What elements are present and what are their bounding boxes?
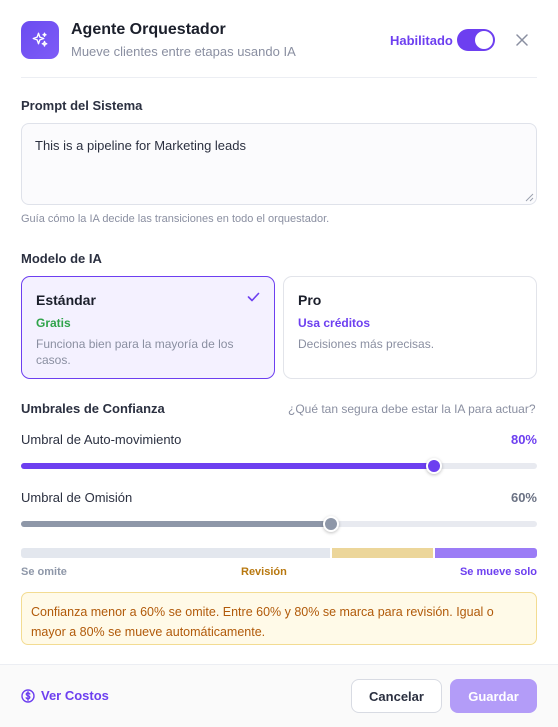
model-name: Estándar <box>36 292 96 308</box>
check-icon <box>247 292 260 302</box>
toggle-knob <box>475 31 493 49</box>
modal-header: Agente Orquestador Mueve clientes entre … <box>0 0 558 78</box>
threshold-info-box: Confianza menor a 60% se omite. Entre 60… <box>21 592 537 645</box>
view-costs-link[interactable]: Ver Costos <box>21 688 109 703</box>
modal-subtitle: Mueve clientes entre etapas usando IA <box>71 44 296 59</box>
enabled-toggle[interactable] <box>457 29 495 51</box>
zone-auto-label: Se mueve solo <box>459 566 537 578</box>
auto-move-label: Umbral de Auto-movimiento <box>21 432 182 447</box>
slider-thumb[interactable] <box>322 516 339 532</box>
cancel-button[interactable]: Cancelar <box>351 679 442 713</box>
model-option-pro[interactable]: Pro Usa créditos Decisiones más precisas… <box>283 276 537 379</box>
slider-fill <box>21 521 331 527</box>
thresholds-note: ¿Qué tan segura debe estar la IA para ac… <box>288 402 536 416</box>
model-label: Modelo de IA <box>21 251 102 266</box>
save-button[interactable]: Guardar <box>450 679 537 713</box>
model-price: Usa créditos <box>298 316 371 330</box>
modal-title: Agente Orquestador <box>71 21 226 38</box>
omit-value: 60% <box>510 490 537 505</box>
model-price: Gratis <box>36 316 71 330</box>
dollar-circle-icon <box>21 688 35 703</box>
omit-label: Umbral de Omisión <box>21 490 133 505</box>
resize-grip-icon[interactable] <box>525 193 534 202</box>
thresholds-label: Umbrales de Confianza <box>21 401 165 416</box>
slider-fill <box>21 463 434 469</box>
zone-omit-label: Se omite <box>21 566 67 578</box>
confidence-zones-bar <box>21 548 537 558</box>
omit-slider[interactable] <box>21 516 537 532</box>
zone-review <box>331 548 433 558</box>
prompt-label: Prompt del Sistema <box>21 98 143 113</box>
auto-move-slider[interactable] <box>21 458 537 474</box>
model-description: Decisiones más precisas. <box>298 337 435 351</box>
auto-move-value: 80% <box>510 432 537 447</box>
sparkles-icon <box>21 21 59 59</box>
zone-omit <box>21 548 330 558</box>
zone-auto <box>434 548 537 558</box>
model-name: Pro <box>298 292 322 308</box>
model-description: Funciona bien para la mayoría de los cas… <box>36 337 234 367</box>
view-costs-label: Ver Costos <box>41 688 109 703</box>
header-divider <box>21 77 537 78</box>
prompt-hint: Guía cómo la IA decide las transiciones … <box>21 213 330 225</box>
zone-review-label: Revisión <box>241 566 287 578</box>
close-button[interactable] <box>512 30 532 50</box>
system-prompt-input[interactable]: This is a pipeline for Marketing leads <box>21 123 537 205</box>
model-option-standard[interactable]: Estándar Gratis Funciona bien para la ma… <box>21 276 275 379</box>
close-icon <box>516 34 528 46</box>
slider-thumb[interactable] <box>425 458 442 474</box>
enabled-label: Habilitado <box>390 33 453 48</box>
